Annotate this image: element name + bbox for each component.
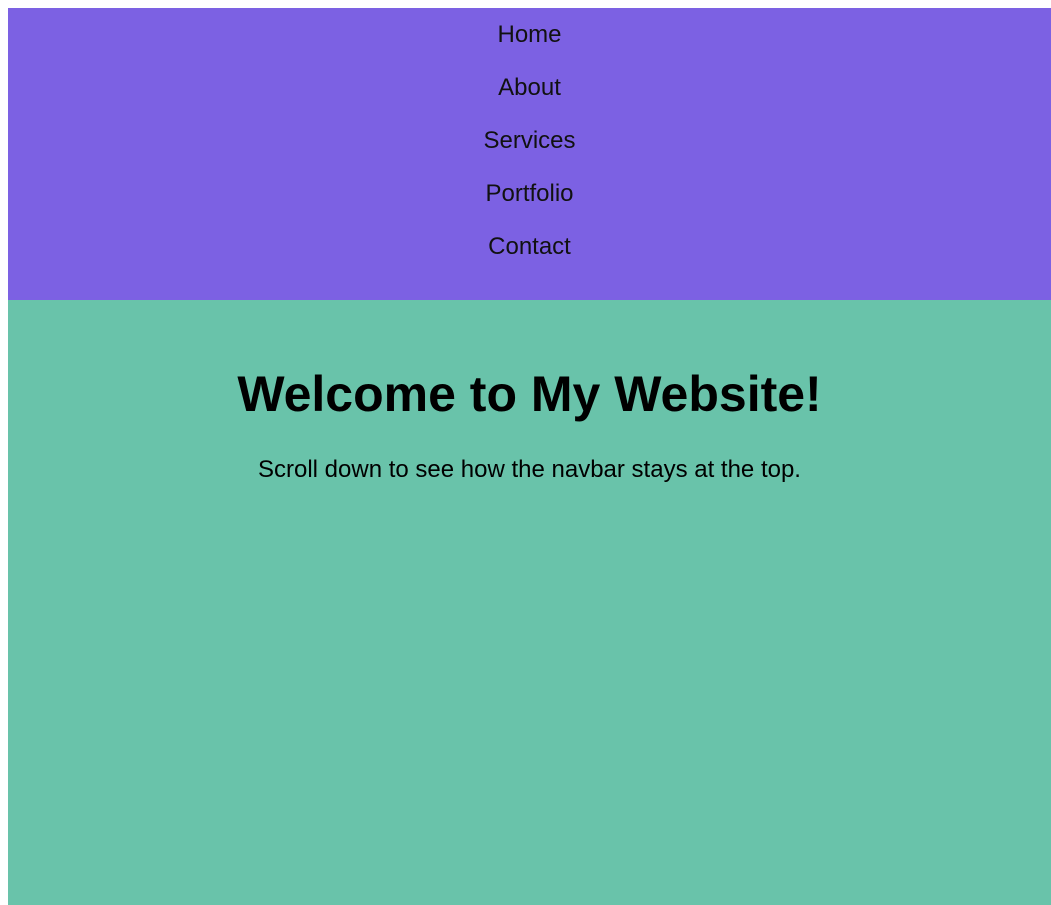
page-body: Home About Services Portfolio Contact We… xyxy=(8,8,1051,905)
nav-item-home: Home xyxy=(8,19,1051,50)
nav-item-contact: Contact xyxy=(8,231,1051,262)
nav-link-contact[interactable]: Contact xyxy=(488,231,571,262)
nav-item-portfolio: Portfolio xyxy=(8,178,1051,209)
page-title: Welcome to My Website! xyxy=(237,366,822,422)
nav-item-services: Services xyxy=(8,125,1051,156)
navbar: Home About Services Portfolio Contact xyxy=(8,8,1051,300)
nav-link-portfolio[interactable]: Portfolio xyxy=(485,178,573,209)
page-subtitle: Scroll down to see how the navbar stays … xyxy=(258,456,801,483)
nav-link-home[interactable]: Home xyxy=(497,19,561,50)
nav-link-services[interactable]: Services xyxy=(483,125,575,156)
nav-link-about[interactable]: About xyxy=(498,72,561,103)
nav-item-about: About xyxy=(8,72,1051,103)
main-content: Welcome to My Website! Scroll down to se… xyxy=(8,300,1051,486)
nav-list: Home About Services Portfolio Contact xyxy=(8,8,1051,262)
